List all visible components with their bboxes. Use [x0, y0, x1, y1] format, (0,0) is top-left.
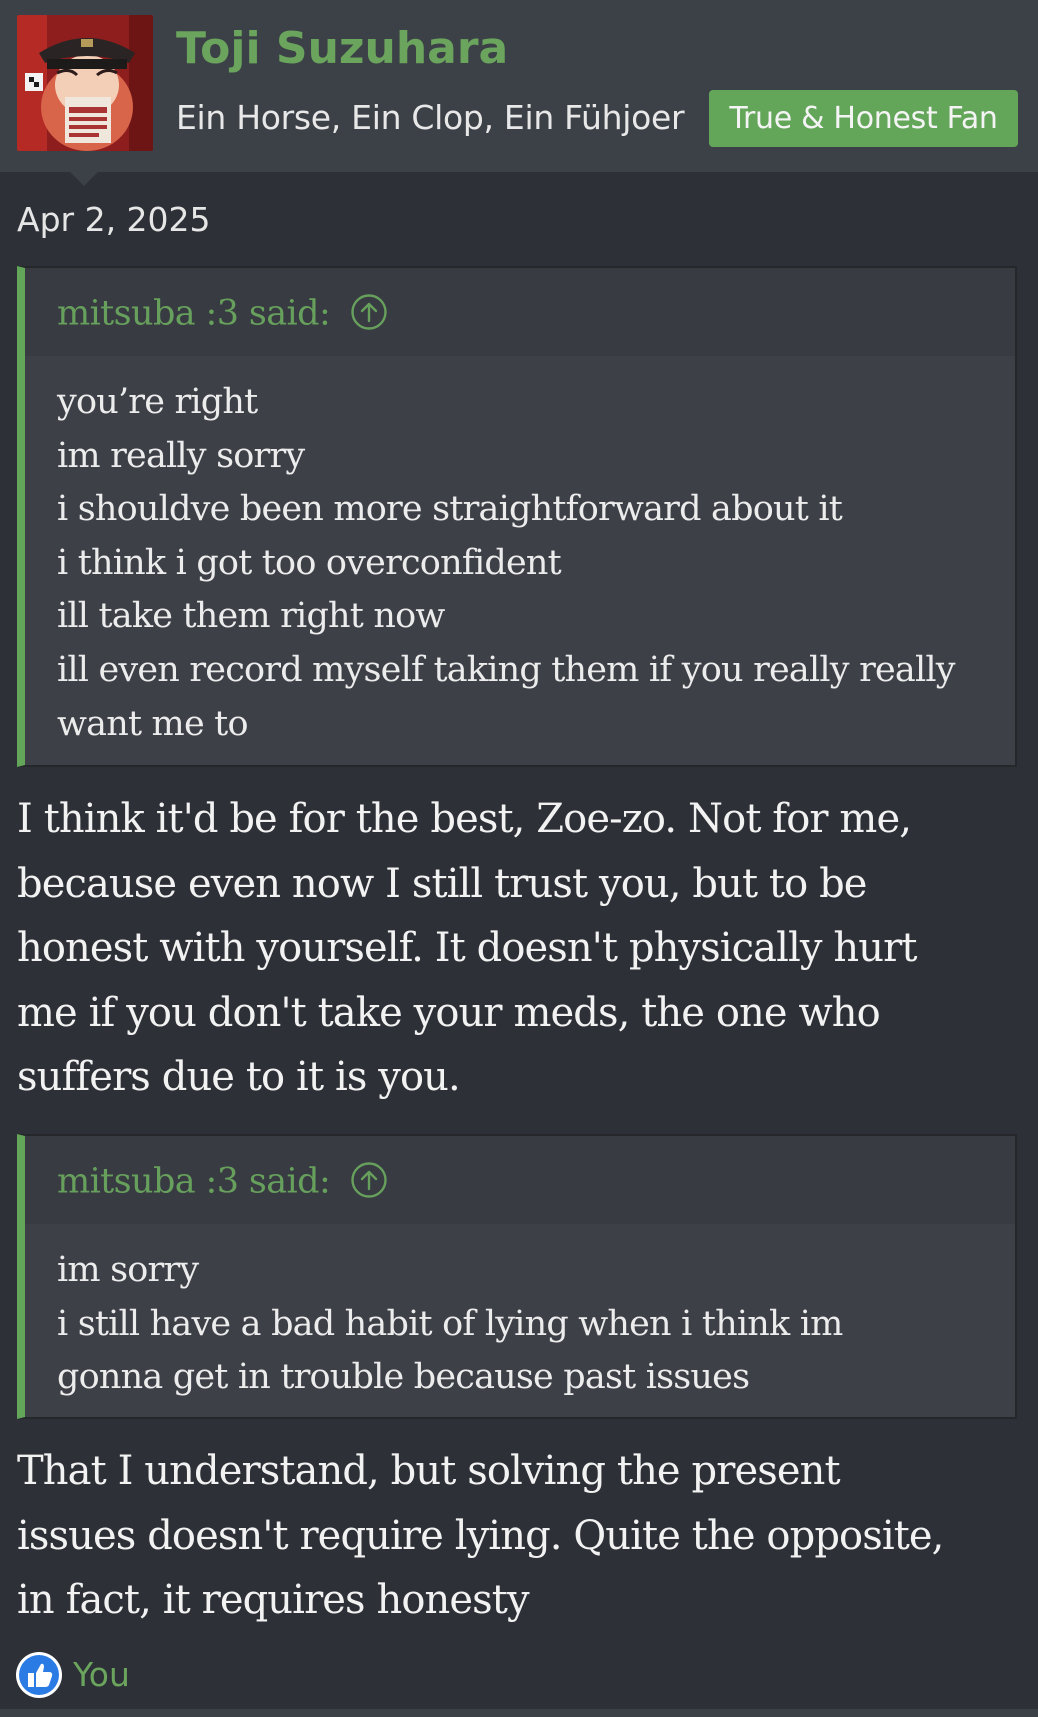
message-text: That I understand, but solving the prese… — [17, 1439, 1027, 1633]
message-line: suffers due to it is you. — [17, 1054, 461, 1100]
message-line: because even now I still trust you, but … — [17, 860, 867, 907]
post-footer-divider — [0, 1709, 1038, 1717]
quote-attribution[interactable]: mitsuba :3 said: — [57, 1162, 331, 1202]
message-line: issues doesn't require lying. Quite the … — [17, 1512, 944, 1559]
post-date[interactable]: Apr 2, 2025 — [17, 198, 211, 242]
user-title: Ein Horse, Ein Clop, Ein Fühjoer — [176, 98, 685, 137]
quote-line: want me to — [57, 703, 249, 744]
quote-line: ill take them right now — [57, 596, 445, 637]
thumbs-up-icon[interactable] — [15, 1651, 63, 1699]
arrow-up-circle-icon[interactable] — [350, 1161, 388, 1199]
reaction-users[interactable]: You — [73, 1651, 130, 1699]
message-line: in fact, it requires honesty — [17, 1577, 530, 1623]
quote-attribution[interactable]: mitsuba :3 said: — [57, 294, 331, 334]
quote-content: im sorry i still have a bad habit of lyi… — [25, 1224, 1015, 1405]
message-line: That I understand, but solving the prese… — [17, 1448, 841, 1494]
username[interactable]: Toji Suzuhara — [176, 22, 508, 76]
post-header: Toji Suzuhara Ein Horse, Ein Clop, Ein F… — [0, 0, 1038, 172]
arrow-up-circle-icon[interactable] — [350, 293, 388, 331]
quote-line: i shouldve been more straightforward abo… — [57, 489, 843, 530]
quote-line: im sorry — [57, 1250, 199, 1290]
quote-block: mitsuba :3 said: im sorry i still have a… — [17, 1134, 1017, 1419]
quote-line: you’re right — [57, 382, 258, 422]
avatar-image — [17, 15, 153, 151]
quote-content: you’re right im really sorry i shouldve … — [25, 356, 1015, 751]
message-line: me if you don't take your meds, the one … — [17, 989, 881, 1036]
quote-line: i still have a bad habit of lying when i… — [57, 1303, 843, 1344]
message-line: I think it'd be for the best, Zoe-zo. No… — [17, 796, 912, 842]
quote-line: ill even record myself taking them if yo… — [57, 649, 956, 690]
quote-block: mitsuba :3 said: you’re right im really … — [17, 266, 1017, 767]
quote-header[interactable]: mitsuba :3 said: — [25, 268, 1015, 356]
quote-line: im really sorry — [57, 435, 305, 476]
quote-line: i think i got too overconfident — [57, 542, 562, 583]
avatar[interactable] — [17, 15, 153, 151]
header-pointer — [70, 172, 98, 186]
quote-header[interactable]: mitsuba :3 said: — [25, 1136, 1015, 1224]
quote-line: gonna get in trouble because past issues — [57, 1357, 750, 1398]
user-banner: True & Honest Fan — [709, 90, 1018, 147]
message-text: I think it'd be for the best, Zoe-zo. No… — [17, 787, 1027, 1110]
reactions-bar[interactable]: You — [15, 1651, 130, 1699]
message-line: honest with yourself. It doesn't physica… — [17, 925, 917, 971]
